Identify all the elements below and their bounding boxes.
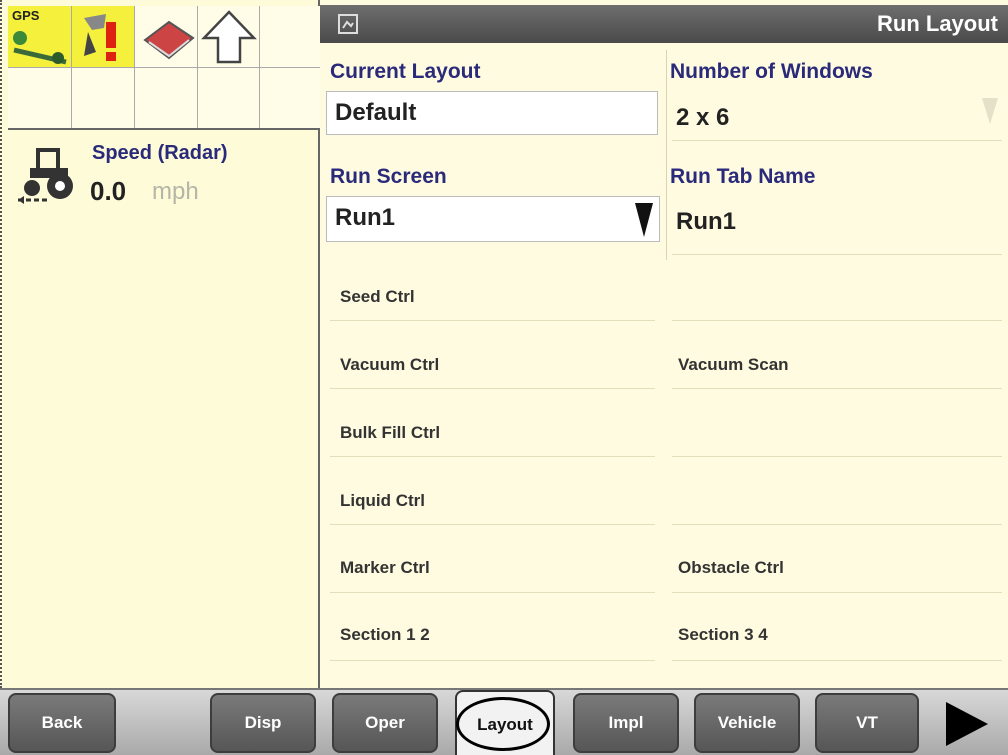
empty-status-cell [8, 68, 72, 130]
gps-label: GPS [12, 8, 40, 23]
tab-impl[interactable]: Impl [573, 693, 679, 753]
speed-value: 0.0 [90, 176, 127, 206]
empty-status-cell [260, 68, 322, 130]
module-slot[interactable]: Section 1 2 [340, 625, 430, 645]
number-of-windows-label: Number of Windows [670, 60, 873, 83]
screen-icon [338, 14, 358, 34]
empty-status-cell [135, 68, 198, 130]
current-layout-label: Current Layout [330, 60, 481, 83]
status-icon-grid: GPS [8, 6, 322, 130]
run-tab-name-label: Run Tab Name [670, 165, 816, 188]
tab-oper[interactable]: Oper [332, 693, 438, 753]
current-layout-value: Default [335, 99, 417, 126]
module-slot[interactable]: Vacuum Ctrl [340, 355, 439, 375]
title-bar: Run Layout [320, 5, 1008, 43]
run-screen-label: Run Screen [330, 165, 447, 188]
gps-status-cell[interactable]: GPS [8, 6, 72, 68]
empty-status-cell [260, 6, 322, 68]
number-of-windows-value[interactable]: 2 x 6 [676, 104, 729, 132]
tab-vt[interactable]: VT [815, 693, 919, 753]
warning-cell[interactable] [72, 6, 135, 68]
module-slot[interactable]: Section 3 4 [678, 625, 768, 645]
left-status-panel: GPS Speed (Radar) 0.0 mph [0, 0, 322, 688]
upload-cell[interactable] [198, 6, 260, 68]
module-slot[interactable]: Liquid Ctrl [340, 491, 425, 511]
speed-unit: mph [152, 178, 199, 205]
speed-label: Speed (Radar) [92, 142, 228, 164]
gps-receiver-icon [13, 31, 67, 65]
module-slot[interactable]: Bulk Fill Ctrl [340, 423, 440, 443]
chevron-down-icon[interactable] [980, 96, 1000, 126]
rate-book-cell[interactable] [135, 6, 198, 68]
run-screen-value: Run1 [335, 204, 395, 231]
tractor-icon [18, 148, 73, 204]
run-layout-panel: Run Layout Current Layout Default Number… [320, 0, 1008, 688]
bottom-tab-bar: Back Disp Oper Layout Impl Vehicle VT [0, 688, 1008, 755]
module-slot[interactable]: Marker Ctrl [340, 558, 430, 578]
run-tab-name-value[interactable]: Run1 [676, 208, 736, 236]
tab-layout[interactable]: Layout [455, 690, 555, 755]
back-button[interactable]: Back [8, 693, 116, 753]
run-screen-dropdown[interactable]: Run1 [326, 196, 660, 242]
module-slot[interactable]: Obstacle Ctrl [678, 558, 784, 578]
current-layout-field[interactable]: Default [326, 91, 658, 135]
upload-arrow-icon [201, 10, 257, 64]
next-arrow-icon[interactable] [940, 698, 992, 750]
module-slot[interactable]: Seed Ctrl [340, 287, 415, 307]
empty-status-cell [198, 68, 260, 130]
chevron-down-icon [635, 203, 653, 237]
empty-status-cell [72, 68, 135, 130]
tab-disp[interactable]: Disp [210, 693, 316, 753]
rate-book-icon [143, 20, 195, 60]
speed-readout: Speed (Radar) 0.0 mph [16, 140, 316, 220]
tab-vehicle[interactable]: Vehicle [694, 693, 800, 753]
warning-alert-icon [84, 14, 116, 61]
page-title: Run Layout [877, 11, 998, 36]
module-slot[interactable]: Vacuum Scan [678, 355, 789, 375]
